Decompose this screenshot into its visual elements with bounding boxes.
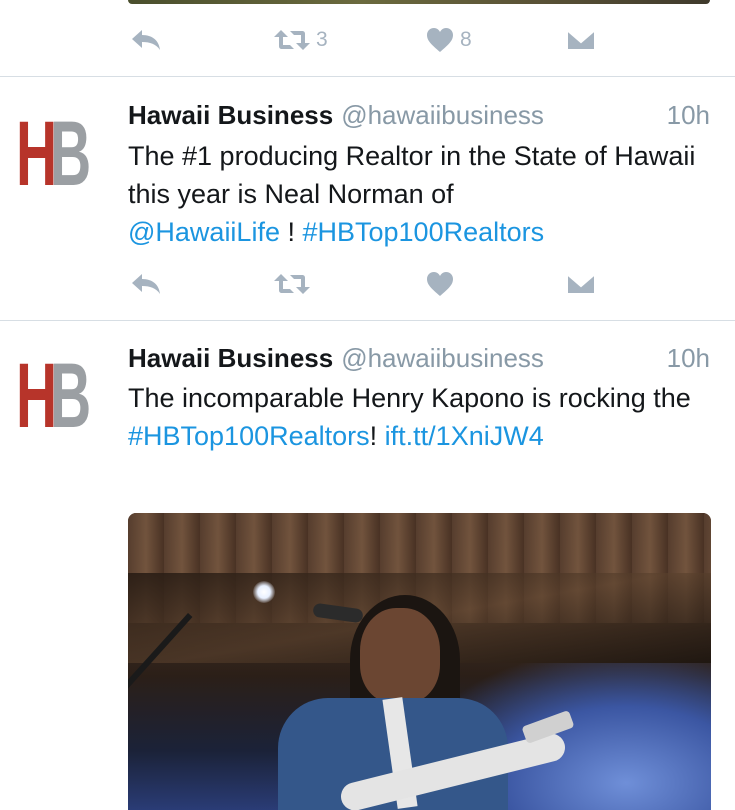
previous-tweet-image[interactable] [128, 0, 710, 4]
avatar-letter-h: H [16, 345, 57, 447]
reply-icon [132, 30, 160, 50]
tweet-text-part: ! [369, 421, 385, 451]
photo-spotlight [253, 581, 275, 603]
timestamp[interactable]: 10h [667, 100, 710, 130]
envelope-icon [566, 29, 596, 51]
tweet-photo[interactable] [128, 513, 711, 810]
heart-icon [427, 272, 453, 296]
tweet-divider [0, 320, 735, 321]
reply-button[interactable] [130, 264, 162, 304]
timestamp[interactable]: 10h [667, 343, 710, 373]
retweet-count: 3 [316, 28, 328, 51]
avatar[interactable]: H B [16, 103, 106, 205]
retweet-button[interactable]: 3 [274, 20, 328, 60]
envelope-icon [566, 273, 596, 295]
avatar-letter-b: B [50, 103, 92, 205]
author-handle[interactable]: @hawaiibusiness [341, 100, 544, 130]
tweet-header: Hawaii Business @hawaiibusiness 10h [128, 343, 710, 373]
dm-button[interactable] [566, 20, 596, 60]
reply-icon [132, 274, 160, 294]
avatar-letter-b: B [50, 345, 92, 447]
tweet-text: The #1 producing Realtor in the State of… [128, 137, 718, 251]
avatar[interactable]: H B [16, 345, 106, 447]
author-name[interactable]: Hawaii Business [128, 100, 333, 130]
hashtag-link[interactable]: #HBTop100Realtors [302, 217, 544, 247]
like-button[interactable]: 8 [426, 20, 472, 60]
heart-icon [427, 28, 453, 52]
avatar-letter-h: H [16, 103, 57, 205]
like-button[interactable] [426, 264, 454, 304]
retweet-button[interactable] [274, 264, 310, 304]
url-link[interactable]: ift.tt/​1XniJW4 [385, 421, 544, 451]
retweet-icon [274, 274, 310, 294]
tweet-text-part: ! [279, 217, 303, 247]
dm-button[interactable] [566, 264, 596, 304]
tweet-text: The incomparable Henry Kapono is rocking… [128, 379, 718, 455]
tweet-actions-2 [128, 264, 728, 304]
like-count: 8 [460, 28, 472, 51]
tweet-actions-1: 3 8 [128, 20, 728, 60]
retweet-icon [274, 30, 310, 50]
mention-link[interactable]: @HawaiiLife [128, 217, 280, 247]
tweet-header: Hawaii Business @hawaiibusiness 10h [128, 100, 710, 130]
tweet-text-part: The incomparable Henry Kapono is rocking… [128, 383, 691, 413]
tweet-divider [0, 76, 735, 77]
photo-performer-face [360, 608, 440, 703]
hashtag-link[interactable]: #HBTop100Realtors [128, 421, 370, 451]
author-handle[interactable]: @hawaiibusiness [341, 343, 544, 373]
tweet-text-part: The #1 producing Realtor in the State of… [128, 141, 696, 209]
author-name[interactable]: Hawaii Business [128, 343, 333, 373]
reply-button[interactable] [130, 20, 162, 60]
